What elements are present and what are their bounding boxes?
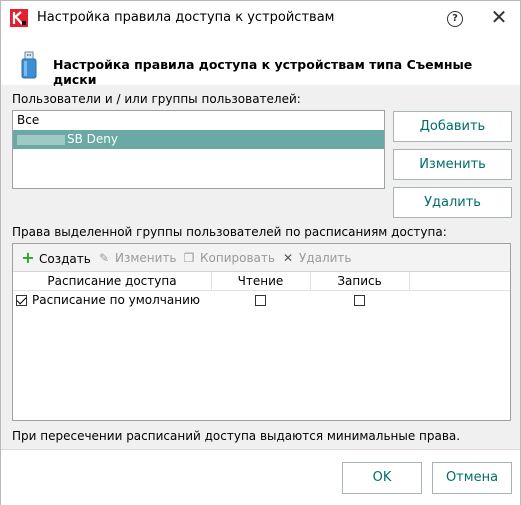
pencil-icon: ✎ — [98, 251, 110, 265]
users-label: Пользователи и / или группы пользователе… — [12, 92, 301, 106]
table-row[interactable]: Расписание по умолчанию — [13, 292, 510, 310]
schedule-label: Права выделенной группы пользователей по… — [12, 225, 447, 239]
ok-button[interactable]: OK — [342, 462, 422, 494]
dialog-window: Настройка правила доступа к устройствам … — [0, 0, 521, 505]
list-item[interactable]: Все — [13, 111, 384, 130]
copy-schedule-button: ❐ Копировать — [183, 251, 275, 265]
plus-icon: + — [21, 248, 35, 267]
dialog-footer: OK Отмена — [1, 449, 520, 505]
redacted-username — [17, 134, 65, 145]
window-title: Настройка правила доступа к устройствам — [37, 10, 335, 25]
delete-x-icon: ✕ — [282, 251, 294, 265]
create-schedule-button[interactable]: + Создать — [21, 248, 91, 267]
users-list[interactable]: Все SB Deny — [12, 110, 385, 189]
delete-schedule-button: ✕ Удалить — [282, 251, 352, 265]
edit-user-button[interactable]: Изменить — [393, 149, 512, 180]
title-bar: Настройка правила доступа к устройствам … — [1, 1, 520, 35]
read-checkbox[interactable] — [255, 295, 266, 306]
schedule-table-header: Расписание доступа Чтение Запись — [13, 272, 510, 291]
usb-drive-icon — [21, 51, 37, 79]
list-item-selected[interactable]: SB Deny — [13, 130, 384, 149]
column-header-read[interactable]: Чтение — [211, 272, 310, 290]
add-user-button[interactable]: Добавить — [393, 111, 512, 142]
column-header-write[interactable]: Запись — [310, 272, 409, 290]
column-divider — [409, 272, 410, 290]
help-button[interactable]: ? — [447, 11, 463, 27]
schedule-toolbar: + Создать ✎ Изменить ❐ Копировать ✕ Удалить — [13, 244, 510, 272]
list-item-label: SB Deny — [67, 132, 118, 146]
note-text: При пересечении расписаний доступа выдаю… — [12, 429, 461, 443]
close-button[interactable]: ✕ — [489, 7, 509, 27]
cancel-button[interactable]: Отмена — [432, 462, 512, 494]
remove-user-button[interactable]: Удалить — [393, 187, 512, 218]
kaspersky-logo-icon — [10, 9, 28, 27]
write-checkbox[interactable] — [354, 295, 365, 306]
edit-schedule-button: ✎ Изменить — [98, 251, 177, 265]
page-title: Настройка правила доступа к устройствам … — [53, 57, 473, 87]
schedule-panel: + Создать ✎ Изменить ❐ Копировать ✕ Удалить … — [12, 243, 511, 421]
copy-icon: ❐ — [183, 251, 195, 265]
schedule-enabled-checkbox[interactable] — [16, 295, 27, 306]
column-header-schedule[interactable]: Расписание доступа — [13, 272, 211, 290]
schedule-name: Расписание по умолчанию — [32, 293, 200, 307]
